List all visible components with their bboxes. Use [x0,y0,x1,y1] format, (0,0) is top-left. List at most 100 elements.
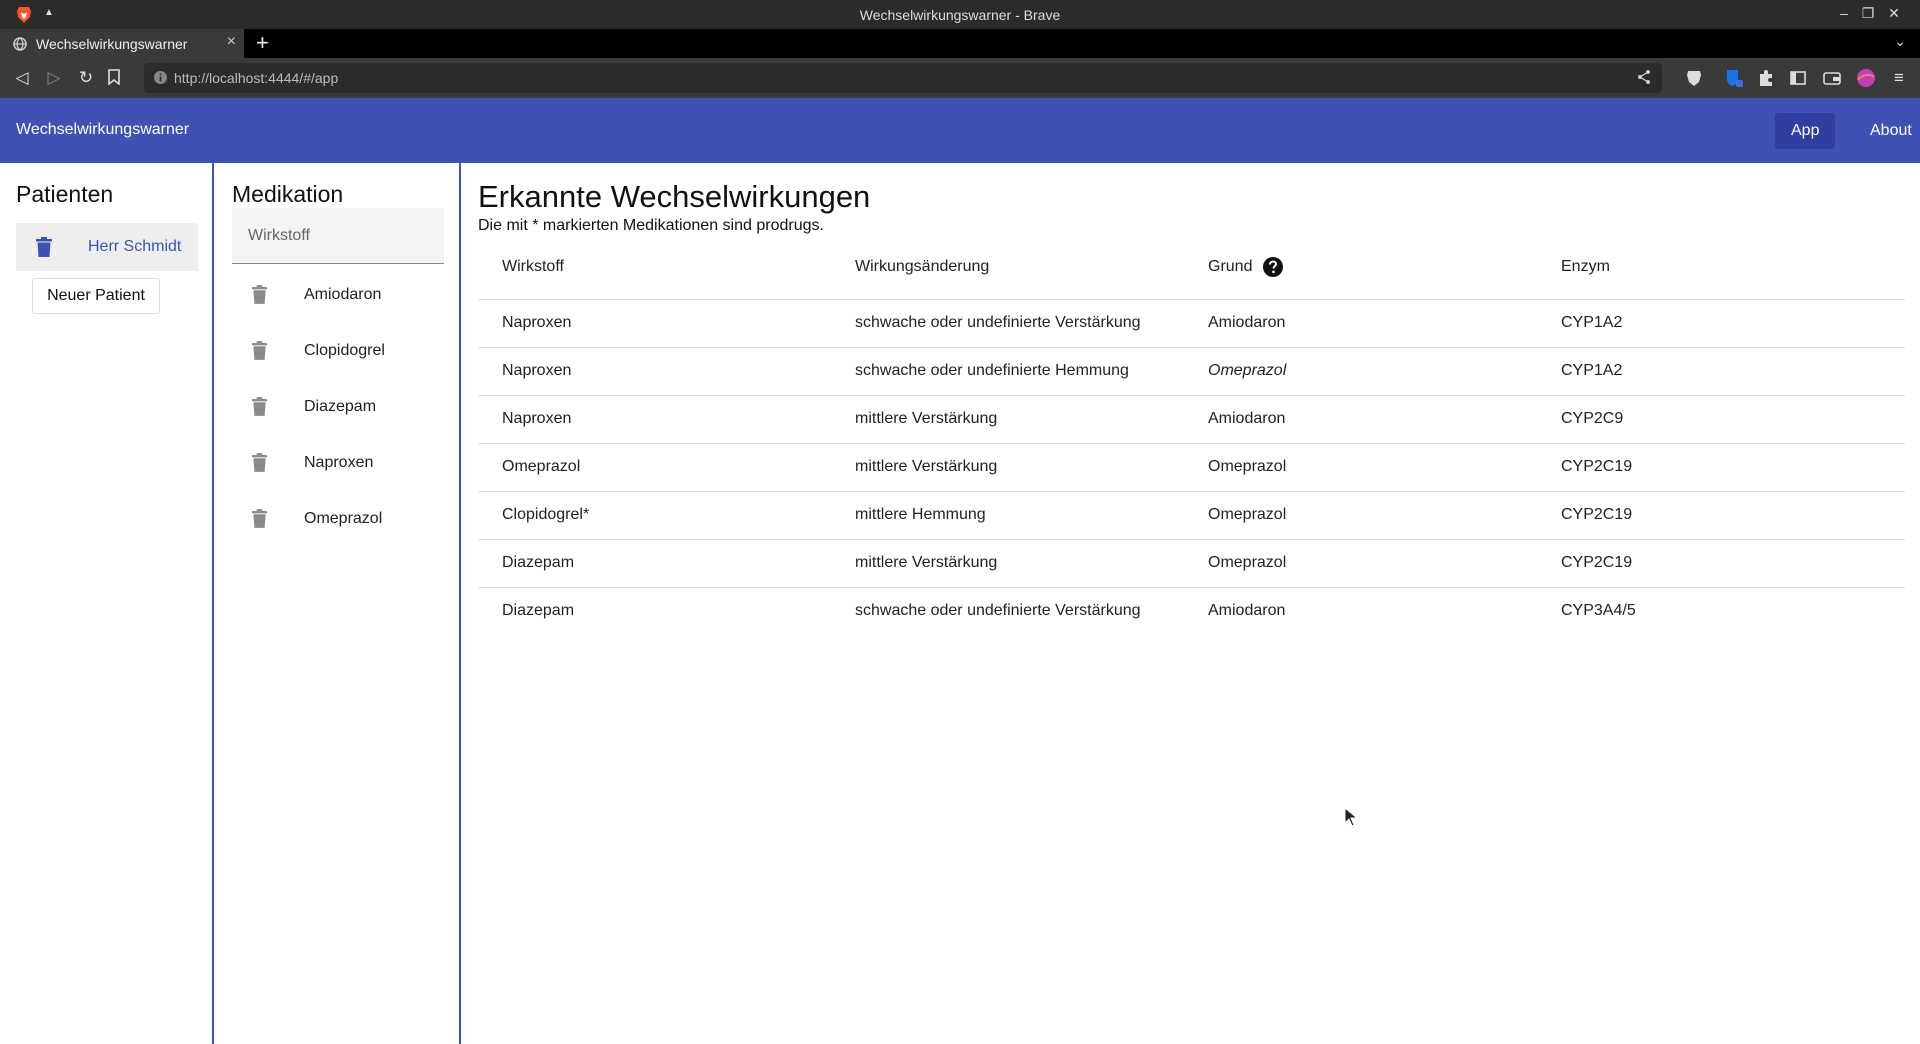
interactions-panel: Erkannte Wechselwirkungen Die mit * mark… [463,163,1920,1044]
interactions-heading: Erkannte Wechselwirkungen [478,179,871,214]
cell-aenderung: mittlere Verstärkung [831,395,1184,444]
reload-icon[interactable]: ↻ [75,67,97,89]
cell-aenderung: mittlere Verstärkung [831,539,1184,588]
table-row: Diazepam mittlere Verstärkung Omeprazol … [478,539,1905,588]
cell-wirkstoff: Diazepam [502,602,575,620]
table-header-row: Wirkstoff Wirkungsänderung Grund Enzym [478,235,1905,300]
menu-icon[interactable]: ≡ [1888,67,1910,89]
profile-avatar-icon[interactable] [1856,68,1876,88]
tab-title: Wechselwirkungswarner [36,36,188,52]
tab-strip: Wechselwirkungswarner × + ⌄ [0,29,1920,58]
cell-wirkstoff: Naproxen [478,395,831,444]
close-window-icon[interactable]: ✕ [1884,5,1904,22]
browser-toolbar: ◁ ▷ ↻ http://localhost:4444/#/app ≡ [0,58,1920,98]
back-icon[interactable]: ◁ [11,67,33,89]
medication-panel: Medikation Amiodaron Clopidogrel Diazepa… [216,163,461,1044]
cell-grund: Amiodaron [1184,299,1537,348]
password-manager-icon[interactable] [1724,68,1744,88]
app-title: Wechselwirkungswarner [16,121,190,138]
cell-wirkstoff: Clopidogrel* [478,491,831,540]
cell-enzym: CYP1A2 [1537,347,1905,396]
wirkstoff-input[interactable] [232,208,444,263]
share-icon[interactable] [1636,69,1652,85]
trash-icon[interactable] [36,237,52,257]
medication-heading: Medikation [232,181,344,207]
med-item-naproxen[interactable]: Naproxen [232,440,444,486]
mouse-cursor-icon [1344,807,1358,827]
patients-heading: Patienten [16,181,114,207]
cell-grund: Amiodaron [1184,395,1537,444]
cell-grund: Amiodaron [1208,602,1286,620]
nav-app-button[interactable]: App [1775,113,1836,149]
trash-icon[interactable] [252,341,267,360]
info-icon[interactable] [153,70,168,85]
bookmark-icon[interactable] [107,69,121,85]
trash-icon[interactable] [252,453,267,472]
table-row: Naproxen mittlere Verstärkung Amiodaron … [478,395,1905,444]
tab-active[interactable]: Wechselwirkungswarner × [0,29,244,58]
cell-enzym: CYP3A4/5 [1561,602,1636,620]
restore-icon[interactable]: ❐ [1858,5,1878,22]
wallet-icon[interactable] [1822,68,1842,88]
trash-icon[interactable] [252,509,267,528]
app-bar: Wechselwirkungswarner App About [0,98,1920,163]
cell-enzym: CYP2C19 [1537,539,1905,588]
address-bar[interactable]: http://localhost:4444/#/app [144,63,1662,93]
cell-grund: Omeprazol [1184,491,1537,540]
brave-shields-icon[interactable] [1684,68,1704,88]
tab-close-icon[interactable]: × [227,33,236,51]
cell-wirkstoff: Diazepam [478,539,831,588]
patients-panel: Patienten Herr Schmidt Neuer Patient [0,163,214,1044]
cell-enzym: CYP2C19 [1537,491,1905,540]
cell-aenderung: schwache oder undefinierte Hemmung [831,347,1184,396]
minimize-icon[interactable]: – [1834,5,1854,21]
med-name: Diazepam [304,398,377,415]
wirkstoff-field[interactable] [232,208,444,264]
med-item-diazepam[interactable]: Diazepam [232,384,444,430]
table-row: Naproxen schwache oder undefinierte Vers… [478,299,1905,348]
forward-icon[interactable]: ▷ [43,67,65,89]
med-item-clopidogrel[interactable]: Clopidogrel [232,328,444,374]
cell-grund: Omeprazol [1184,539,1537,588]
nav-about-button[interactable]: About [1854,113,1920,149]
table-row: Naproxen schwache oder undefinierte Hemm… [478,347,1905,396]
med-name: Amiodaron [304,286,382,303]
col-header-grund-label: Grund [1208,257,1253,275]
sidebar-icon[interactable] [1788,68,1808,88]
extensions-icon[interactable] [1756,68,1776,88]
table-row: Diazepam schwache oder undefinierte Vers… [478,587,1905,635]
new-patient-button[interactable]: Neuer Patient [32,278,160,314]
trash-icon[interactable] [252,397,267,416]
med-name: Clopidogrel [304,342,385,359]
cell-wirkstoff: Omeprazol [478,443,831,492]
med-name: Naproxen [304,454,374,471]
cell-enzym: CYP1A2 [1537,299,1905,348]
cell-aenderung: mittlere Verstärkung [831,443,1184,492]
col-header-wirkungsaenderung: Wirkungsänderung [831,235,1184,300]
col-header-grund: Grund [1184,235,1537,300]
new-tab-icon[interactable]: + [256,30,269,56]
patient-item[interactable]: Herr Schmidt [16,223,198,271]
url-text[interactable]: http://localhost:4444/#/app [174,70,338,86]
cell-enzym: CYP2C19 [1537,443,1905,492]
col-header-enzym: Enzym [1537,235,1905,300]
cell-wirkstoff: Naproxen [478,347,831,396]
cell-enzym: CYP2C9 [1537,395,1905,444]
med-item-amiodaron[interactable]: Amiodaron [232,272,444,318]
patient-name[interactable]: Herr Schmidt [88,238,181,256]
cell-wirkstoff: Naproxen [478,299,831,348]
cell-aenderung: schwache oder undefinierte Verstärkung [855,602,1141,620]
trash-icon[interactable] [252,285,267,304]
cell-grund: Omeprazol [1184,347,1537,396]
cell-grund: Omeprazol [1184,443,1537,492]
browser-titlebar: ▲ Wechselwirkungswarner - Brave – ❐ ✕ [0,0,1920,29]
cell-aenderung: schwache oder undefinierte Verstärkung [831,299,1184,348]
prodrug-note: Die mit * markierten Medikationen sind p… [478,217,824,234]
col-header-wirkstoff: Wirkstoff [478,235,831,300]
chevron-down-icon[interactable]: ⌄ [1894,33,1906,50]
help-circle-icon[interactable] [1262,256,1283,277]
table-row: Omeprazol mittlere Verstärkung Omeprazol… [478,443,1905,492]
globe-icon [13,37,27,51]
med-item-omeprazol[interactable]: Omeprazol [232,496,444,542]
window-title: Wechselwirkungswarner - Brave [859,7,1061,23]
